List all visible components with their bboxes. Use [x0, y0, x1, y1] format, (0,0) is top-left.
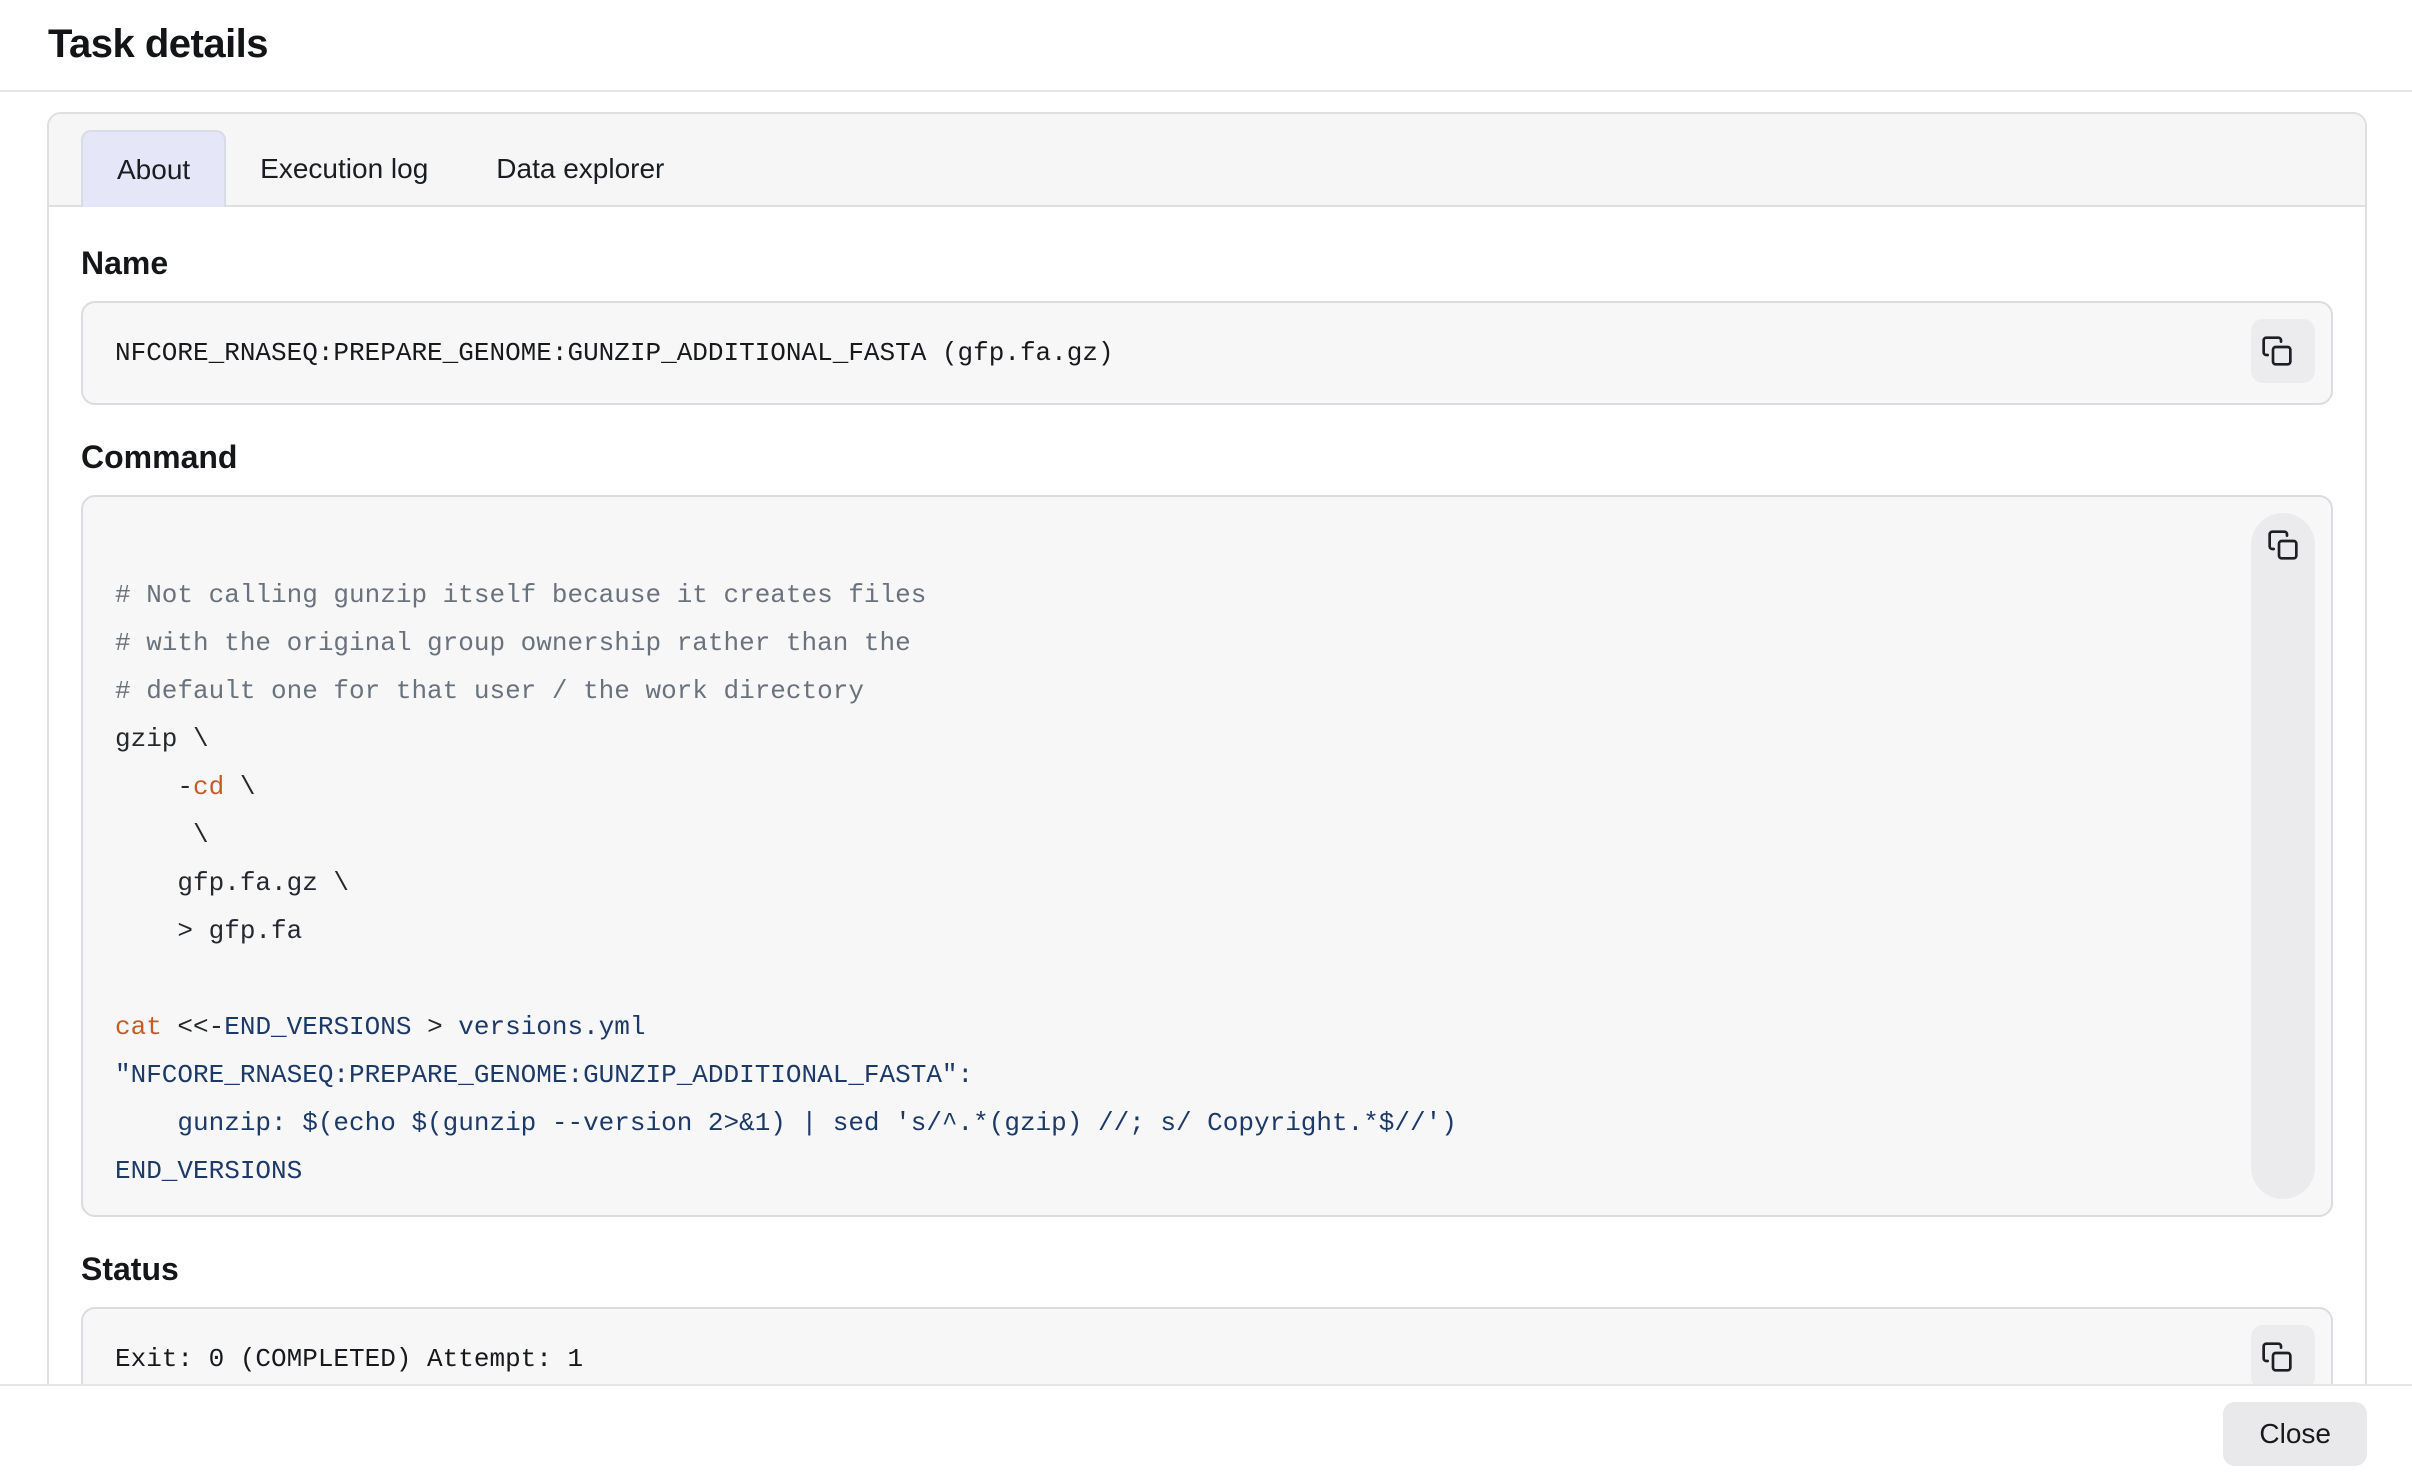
command-code-line: gfp.fa.gz \ — [115, 859, 2201, 907]
status-section-heading: Status — [81, 1253, 2333, 1285]
command-box: # Not calling gunzip itself because it c… — [81, 495, 2333, 1217]
command-code-line: # Not calling gunzip itself because it c… — [115, 571, 2201, 619]
command-scrollbar[interactable] — [2251, 513, 2315, 1199]
name-section-heading: Name — [81, 247, 2333, 279]
copy-command-button[interactable] — [2251, 513, 2315, 577]
about-panel: Name NFCORE_RNASEQ:PREPARE_GENOME:GUNZIP… — [49, 207, 2365, 1384]
copy-icon — [2261, 305, 2305, 397]
modal-footer: Close — [0, 1384, 2412, 1476]
tab-data-explorer[interactable]: Data explorer — [462, 130, 698, 207]
command-code-line: gunzip: $(echo $(gunzip --version 2>&1) … — [115, 1099, 2201, 1147]
tab-execution-log[interactable]: Execution log — [226, 130, 462, 207]
command-code-line: gzip \ — [115, 715, 2201, 763]
tab-bar: About Execution log Data explorer — [49, 114, 2365, 207]
tab-about[interactable]: About — [81, 130, 226, 207]
modal-body: About Execution log Data explorer Name N… — [0, 94, 2412, 1384]
modal-header: Task details — [0, 0, 2412, 92]
command-code-line: cat <<-END_VERSIONS > versions.yml — [115, 1003, 2201, 1051]
close-button[interactable]: Close — [2223, 1402, 2367, 1466]
copy-name-button[interactable] — [2251, 319, 2315, 383]
task-name-value: NFCORE_RNASEQ:PREPARE_GENOME:GUNZIP_ADDI… — [115, 338, 1114, 368]
status-value: Exit: 0 (COMPLETED) Attempt: 1 — [115, 1344, 583, 1374]
task-name-box: NFCORE_RNASEQ:PREPARE_GENOME:GUNZIP_ADDI… — [81, 301, 2333, 405]
command-code-line: END_VERSIONS — [115, 1147, 2201, 1195]
command-section-heading: Command — [81, 441, 2333, 473]
command-code-line: # default one for that user / the work d… — [115, 667, 2201, 715]
copy-icon — [2261, 1311, 2305, 1384]
command-code-line: -cd \ — [115, 763, 2201, 811]
command-code: # Not calling gunzip itself because it c… — [83, 497, 2331, 1217]
task-details-card: About Execution log Data explorer Name N… — [47, 112, 2367, 1384]
command-code-line: "NFCORE_RNASEQ:PREPARE_GENOME:GUNZIP_ADD… — [115, 1051, 2201, 1099]
command-code-line: # with the original group ownership rath… — [115, 619, 2201, 667]
command-code-line: > gfp.fa — [115, 907, 2201, 955]
command-code-line — [115, 523, 2201, 571]
copy-status-button[interactable] — [2251, 1325, 2315, 1384]
copy-icon — [2267, 529, 2299, 561]
page-title: Task details — [48, 22, 2364, 67]
status-box: Exit: 0 (COMPLETED) Attempt: 1 — [81, 1307, 2333, 1384]
command-code-line: \ — [115, 811, 2201, 859]
command-code-line — [115, 955, 2201, 1003]
